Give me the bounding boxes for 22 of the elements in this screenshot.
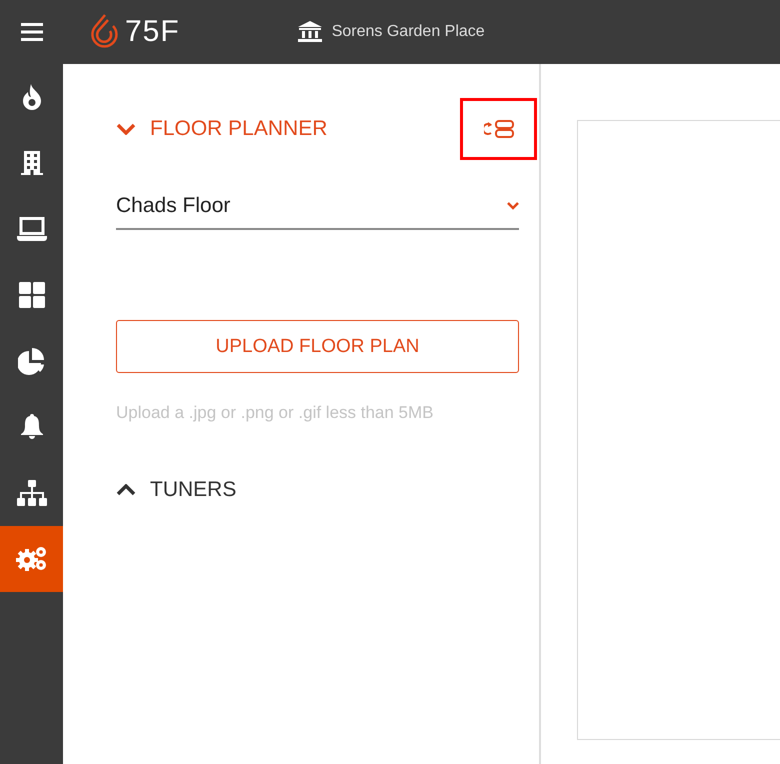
caret-icon [507,202,519,210]
site-name: Sorens Garden Place [332,23,485,41]
building-icon [20,151,42,175]
logo-text: 75F [125,15,180,49]
menu-icon[interactable] [20,23,42,41]
grid-icon [18,282,44,308]
refresh-list-button[interactable] [460,98,537,160]
floor-planner-toggle[interactable]: FLOOR PLANNER [116,117,328,141]
floor-select[interactable]: Chads Floor [116,194,519,230]
chevron-icon [116,484,136,496]
hierarchy-icon [16,480,46,506]
building-columns-icon [298,21,322,43]
chevron-icon [116,123,136,135]
pie-chart-icon [18,348,45,374]
tuners-toggle[interactable]: TUNERS [116,478,236,502]
gears-icon [16,546,48,572]
upload-hint: Upload a .jpg or .png or .gif less than 5MB [116,403,435,423]
refresh-list-icon [484,120,514,138]
laptop-icon [16,217,46,241]
bell-icon [20,414,42,440]
upload-floor-plan-button[interactable]: UPLOAD FLOOR PLAN [116,320,519,373]
flame-icon [22,84,42,110]
